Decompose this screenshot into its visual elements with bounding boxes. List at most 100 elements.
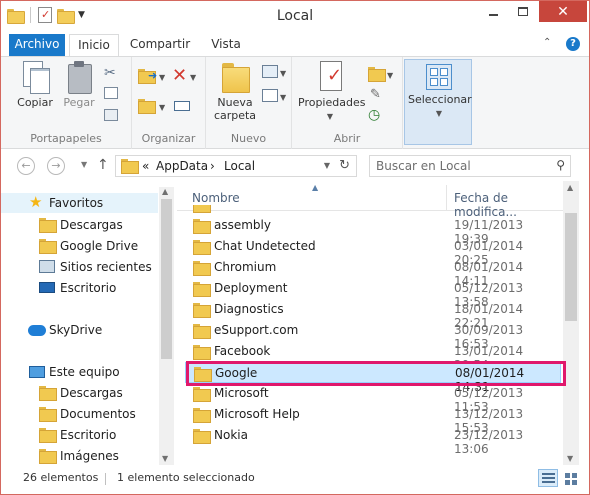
select-button[interactable]: Seleccionar ▼ xyxy=(408,64,472,120)
scroll-down-icon[interactable]: ▼ xyxy=(567,454,573,463)
new-item-icon[interactable] xyxy=(262,65,278,78)
new-folder-button[interactable]: Nueva carpeta xyxy=(212,61,258,122)
folder-icon xyxy=(193,429,211,444)
nav-item-pc-desktop[interactable]: Escritorio xyxy=(1,425,158,445)
edit-icon[interactable]: ✎ xyxy=(370,87,388,103)
group-new: Nueva carpeta ▼ ▼ Nuevo xyxy=(206,57,292,149)
move-to-dropdown-icon[interactable]: ▼ xyxy=(159,73,165,82)
tab-view[interactable]: Vista xyxy=(203,34,249,56)
paste-label: Pegar xyxy=(63,96,95,109)
breadcrumb-prefix[interactable]: « xyxy=(142,159,149,173)
history-icon[interactable]: ◷ xyxy=(368,107,386,123)
file-row[interactable]: Chat Undetected 03/01/2014 20:25 xyxy=(185,236,561,267)
forward-button[interactable]: → xyxy=(47,157,65,175)
help-icon[interactable]: ? xyxy=(566,37,580,51)
column-name[interactable]: Nombre xyxy=(192,191,240,205)
group-open: Propiedades ▼ ▼ ✎ ◷ Abrir xyxy=(292,57,403,149)
file-row[interactable]: Microsoft 05/12/2013 11:53 xyxy=(185,383,561,414)
file-row[interactable]: Diagnostics 18/01/2014 22:21 xyxy=(185,299,561,330)
file-name: Nokia xyxy=(214,428,248,442)
navigation-pane: ★ Favoritos Descargas Google Drive Sitio… xyxy=(1,187,176,465)
file-row[interactable]: assembly 19/11/2013 19:39 xyxy=(185,215,561,246)
nav-scrollbar[interactable]: ▲ ▼ xyxy=(159,187,174,465)
file-scrollbar-thumb[interactable] xyxy=(565,213,577,321)
item-count: 26 elementos xyxy=(23,471,99,484)
nav-this-pc[interactable]: Este equipo xyxy=(1,362,158,382)
search-box[interactable]: ⚲ xyxy=(369,155,571,177)
nav-item-desktop[interactable]: Escritorio xyxy=(1,278,158,298)
search-icon[interactable]: ⚲ xyxy=(556,158,565,172)
tab-home[interactable]: Inicio xyxy=(69,34,119,57)
downloads-icon xyxy=(39,218,57,233)
sort-ascending-icon: ▲ xyxy=(312,183,319,192)
scroll-up-icon[interactable]: ▲ xyxy=(162,187,168,196)
address-dropdown-icon[interactable]: ▼ xyxy=(324,161,330,170)
scroll-up-icon[interactable]: ▲ xyxy=(567,183,573,192)
open-dropdown-icon[interactable]: ▼ xyxy=(387,71,393,80)
nav-item-recent-places[interactable]: Sitios recientes xyxy=(1,257,158,277)
maximize-button[interactable] xyxy=(509,1,537,22)
tab-file[interactable]: Archivo xyxy=(9,34,65,56)
properties-button[interactable]: Propiedades ▼ xyxy=(298,61,365,123)
ribbon-tabs: Archivo Inicio Compartir Vista xyxy=(1,34,589,57)
file-name: Facebook xyxy=(214,344,271,358)
delete-dropdown-icon[interactable]: ▼ xyxy=(190,73,196,82)
file-scrollbar[interactable]: ▲ ▼ xyxy=(563,181,579,465)
group-label-open: Abrir xyxy=(333,132,361,145)
properties-dropdown-icon: ▼ xyxy=(326,112,334,121)
group-label-organize: Organizar xyxy=(141,132,196,145)
nav-item-google-drive[interactable]: Google Drive xyxy=(1,236,158,256)
file-row[interactable]: Chromium 08/01/2014 14:11 xyxy=(185,257,561,288)
new-item-dropdown-icon[interactable]: ▼ xyxy=(280,69,286,78)
copy-button[interactable]: Copiar xyxy=(13,61,57,109)
recent-locations-icon[interactable]: ▼ xyxy=(81,160,87,169)
folder-icon xyxy=(193,282,211,297)
copy-path-icon[interactable] xyxy=(104,87,118,99)
minimize-button[interactable] xyxy=(479,1,507,22)
up-arrow-icon[interactable]: ↑ xyxy=(97,157,109,173)
tab-share[interactable]: Compartir xyxy=(127,34,193,56)
nav-skydrive[interactable]: SkyDrive xyxy=(1,320,158,340)
file-row[interactable]: Google 08/01/2014 14:31 xyxy=(185,362,561,394)
explorer-window: ▼ Local ✕ Archivo Inicio Compartir Vista… xyxy=(0,0,590,495)
status-separator xyxy=(105,473,106,485)
file-row[interactable]: Deployment 05/12/2013 13:58 xyxy=(185,278,561,309)
file-row[interactable]: Facebook13/01/2014 20:54 xyxy=(185,341,561,372)
paste-button[interactable]: Pegar xyxy=(59,61,99,109)
file-row-partial[interactable] xyxy=(185,205,561,213)
ribbon-collapse-icon[interactable]: ⌃ xyxy=(543,37,551,48)
nav-item-documents[interactable]: Documentos xyxy=(1,404,158,424)
copy-to-dropdown-icon[interactable]: ▼ xyxy=(159,103,165,112)
breadcrumb-local[interactable]: Local xyxy=(224,159,255,173)
new-folder-label-1: Nueva xyxy=(217,96,253,109)
large-icons-view-button[interactable] xyxy=(561,469,581,487)
close-button[interactable]: ✕ xyxy=(539,1,587,22)
rename-icon[interactable] xyxy=(174,101,190,111)
easy-access-dropdown-icon[interactable]: ▼ xyxy=(280,93,286,102)
details-view-button[interactable] xyxy=(538,469,558,487)
copy-to-icon[interactable] xyxy=(138,99,156,114)
cut-icon[interactable]: ✂ xyxy=(104,65,122,81)
properties-icon xyxy=(317,61,343,93)
group-clipboard: Copiar Pegar ✂ Portapapeles xyxy=(1,57,132,149)
back-button[interactable]: ← xyxy=(17,157,35,175)
nav-favorites[interactable]: ★ Favoritos xyxy=(1,193,158,213)
breadcrumb-appdata[interactable]: AppData xyxy=(156,159,208,173)
search-input[interactable] xyxy=(376,158,546,174)
paste-shortcut-icon[interactable] xyxy=(104,109,118,121)
open-icon[interactable] xyxy=(368,67,386,82)
nav-scrollbar-thumb[interactable] xyxy=(161,199,172,359)
nav-item-downloads[interactable]: Descargas xyxy=(1,215,158,235)
refresh-icon[interactable]: ↻ xyxy=(339,158,350,173)
nav-item-pictures[interactable]: Imágenes xyxy=(1,446,158,466)
easy-access-icon[interactable] xyxy=(262,89,278,102)
file-row[interactable]: Nokia 23/12/2013 13:06 xyxy=(185,425,561,456)
address-bar[interactable]: « AppData › Local ▼ ↻ xyxy=(115,155,357,177)
file-row[interactable]: eSupport.com 30/09/2013 16:53 xyxy=(185,320,561,351)
delete-icon[interactable]: ✕ xyxy=(172,67,187,85)
scroll-down-icon[interactable]: ▼ xyxy=(162,454,168,463)
file-list: ▲ Nombre Fecha de modifica... assembly 19… xyxy=(177,181,589,465)
group-label-new: Nuevo xyxy=(230,132,267,145)
nav-item-pc-downloads[interactable]: Descargas xyxy=(1,383,158,403)
file-row[interactable]: Microsoft Help 13/12/2013 15:53 xyxy=(185,404,561,435)
